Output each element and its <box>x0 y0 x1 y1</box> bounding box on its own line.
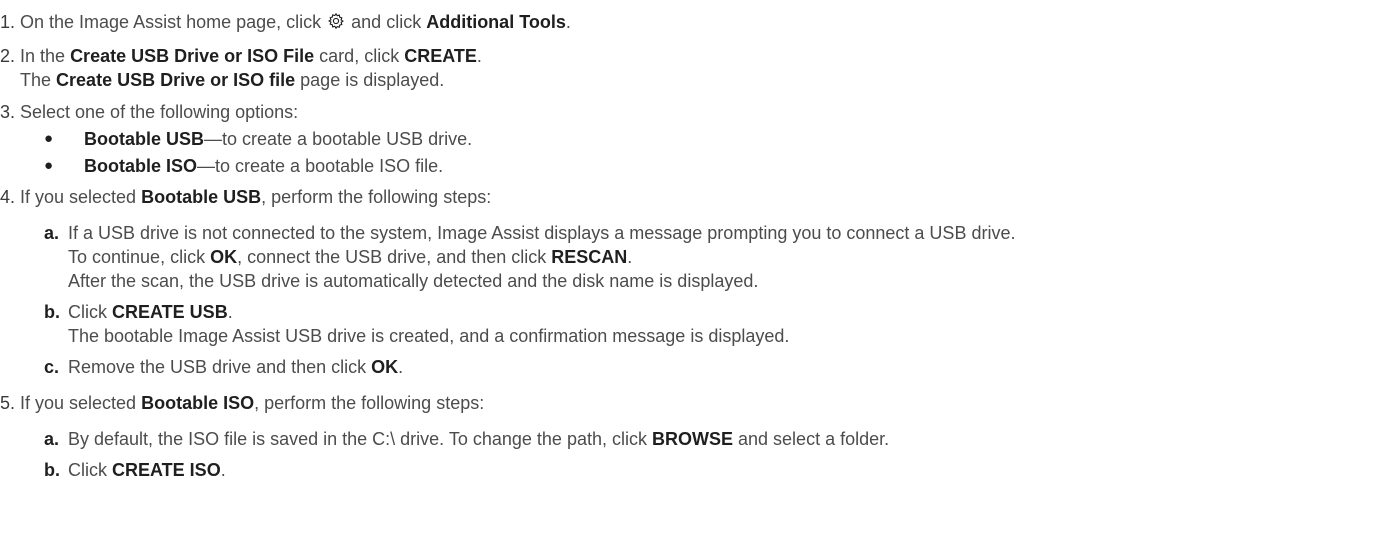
step-number: 1. <box>0 12 16 32</box>
bullet-icon: ● <box>44 157 54 174</box>
gear-icon <box>327 12 345 36</box>
substep-5b: b. Click CREATE ISO. <box>44 460 226 480</box>
ui-label: Create USB Drive or ISO file <box>56 70 296 90</box>
ui-label: CREATE <box>404 46 477 66</box>
substep-4a: a. If a USB drive is not connected to th… <box>44 223 1016 243</box>
ui-label: Additional Tools <box>426 12 566 32</box>
substep-5a: a. By default, the ISO file is saved in … <box>44 429 890 449</box>
bullet-icon: ● <box>44 130 54 147</box>
list-item: ● Bootable ISO—to create a bootable ISO … <box>44 156 444 176</box>
step-2-result: The Create USB Drive or ISO file page is… <box>20 70 445 90</box>
procedure-document: 1. On the Image Assist home page, click a… <box>0 0 1379 542</box>
ui-label: Create USB Drive or ISO File <box>70 46 315 66</box>
step-text: On the Image Assist home page, click <box>20 12 322 32</box>
substep-4c: c. Remove the USB drive and then click O… <box>44 357 404 377</box>
list-item: ● Bootable USB—to create a bootable USB … <box>44 129 473 149</box>
substep-4b: b. Click CREATE USB. <box>44 302 233 322</box>
